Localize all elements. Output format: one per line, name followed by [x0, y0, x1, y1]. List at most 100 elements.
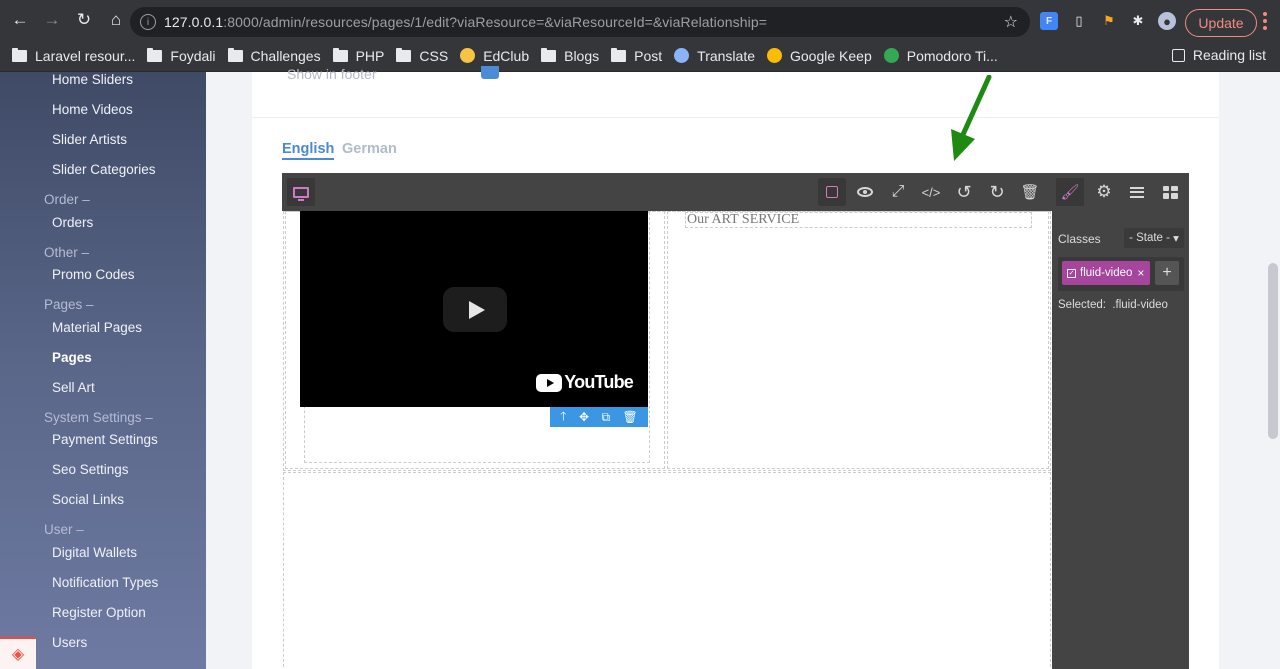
bookmark-item[interactable]: Post: [611, 47, 662, 64]
state-select[interactable]: - State - ▾: [1124, 228, 1184, 248]
page-scrollbar-thumb[interactable]: [1268, 263, 1278, 439]
profile-avatar[interactable]: ●: [1158, 12, 1176, 30]
sidebar-item[interactable]: Home Sliders: [52, 72, 133, 87]
translate-icon: [674, 48, 690, 63]
sidebar-group-header[interactable]: System Settings –: [44, 410, 153, 425]
sidebar-group-header[interactable]: User –: [44, 522, 84, 537]
select-parent-arrow-icon[interactable]: 🡑: [560, 407, 566, 428]
forward-icon[interactable]: →: [40, 8, 64, 32]
bookmark-item[interactable]: EdClub: [460, 48, 529, 64]
bookmark-item[interactable]: Blogs: [541, 47, 599, 64]
back-icon[interactable]: ←: [8, 8, 32, 32]
url-text[interactable]: 127.0.0.1:8000/admin/resources/pages/1/e…: [164, 14, 767, 30]
canvas-cell-right[interactable]: [667, 211, 1049, 469]
move-icon[interactable]: ✥: [579, 410, 589, 424]
play-button-icon[interactable]: [443, 287, 507, 332]
desktop-device-icon[interactable]: [287, 178, 315, 206]
phone-icon[interactable]: ▯: [1070, 12, 1088, 30]
delete-icon[interactable]: 🗑: [623, 410, 638, 424]
extension-flag-icon[interactable]: ⚑: [1100, 12, 1118, 30]
bookmark-label: Google Keep: [790, 47, 872, 64]
sidebar-item[interactable]: Payment Settings: [52, 432, 158, 447]
undo-icon[interactable]: ↺: [950, 178, 978, 206]
settings-gear-icon[interactable]: ⚙: [1090, 178, 1118, 206]
editor-canvas[interactable]: YouTube 🡑 ✥ ⧉ 🗑 Our ART SERVICE: [282, 211, 1052, 669]
sidebar-item[interactable]: Home Videos: [52, 102, 133, 117]
folder-icon: [332, 47, 348, 62]
home-icon[interactable]: ⌂: [104, 8, 128, 32]
class-tags: ✓ fluid-video × +: [1058, 257, 1184, 291]
sidebar-item[interactable]: Promo Codes: [52, 267, 135, 282]
bookmark-label: Laravel resour...: [35, 47, 136, 64]
sidebar-group-header[interactable]: Pages –: [44, 297, 94, 312]
remove-tag-icon[interactable]: ×: [1137, 266, 1144, 280]
bookmark-star-icon[interactable]: ☆: [1004, 12, 1018, 32]
browser-toolbar: ← → ↻ ⌂ i 127.0.0.1:8000/admin/resources…: [0, 0, 1280, 40]
reading-list-button[interactable]: Reading list: [1171, 47, 1266, 63]
bookmark-item[interactable]: Laravel resour...: [12, 47, 136, 64]
sidebar-item[interactable]: Orders: [52, 215, 93, 230]
bookmark-label: Challenges: [250, 47, 321, 64]
folder-icon: [12, 47, 27, 62]
bookmark-item[interactable]: CSS: [396, 47, 448, 64]
sidebar-item[interactable]: Notification Types: [52, 575, 158, 590]
update-button[interactable]: Update: [1185, 9, 1257, 37]
bookmark-label: PHP: [355, 47, 385, 64]
class-tag[interactable]: ✓ fluid-video ×: [1062, 261, 1150, 285]
sidebar-item[interactable]: Slider Categories: [52, 162, 156, 177]
bookmark-item[interactable]: Challenges: [227, 47, 321, 64]
clone-icon[interactable]: ⧉: [601, 410, 610, 425]
bookmark-item[interactable]: Google Keep: [767, 48, 872, 64]
bookmark-label: Translate: [697, 47, 755, 64]
preview-button[interactable]: [851, 178, 879, 206]
laravel-logo: ◈: [0, 637, 36, 669]
menu-kebab-icon[interactable]: [1262, 12, 1268, 30]
site-info-icon[interactable]: i: [140, 14, 156, 30]
extension-fj-icon[interactable]: F: [1040, 12, 1058, 30]
selected-info: Selected: .fluid-video: [1058, 299, 1168, 311]
folder-icon: [396, 47, 412, 62]
code-icon[interactable]: </>: [917, 178, 945, 206]
sidebar-item[interactable]: Slider Artists: [52, 132, 127, 147]
youtube-video[interactable]: YouTube: [300, 211, 648, 407]
style-manager-brush-icon[interactable]: 🖌: [1056, 178, 1084, 206]
sidebar-group-header[interactable]: Other –: [44, 245, 89, 260]
bookmark-item[interactable]: PHP: [332, 47, 385, 64]
sidebar-item[interactable]: Pages: [52, 350, 92, 365]
add-class-button[interactable]: +: [1155, 261, 1179, 285]
bookmark-item[interactable]: Translate: [674, 48, 755, 64]
redo-icon[interactable]: ↻: [983, 178, 1011, 206]
text-block[interactable]: Our ART SERVICE: [685, 212, 1032, 228]
tab-english[interactable]: English: [282, 141, 335, 160]
sidebar-group-header[interactable]: Order –: [44, 192, 90, 207]
main-content: Show in footer English German ⤢ </> ↺ ↻ …: [206, 66, 1268, 669]
address-bar[interactable]: i 127.0.0.1:8000/admin/resources/pages/1…: [130, 7, 1030, 37]
trash-icon[interactable]: 🗑: [1016, 178, 1044, 206]
component-toolbar: 🡑 ✥ ⧉ 🗑: [550, 407, 648, 427]
extensions-puzzle-icon[interactable]: ✱: [1129, 12, 1147, 30]
sidebar-item[interactable]: Users: [52, 635, 87, 650]
sidebar-item[interactable]: Social Links: [52, 492, 124, 507]
eye-icon: [857, 187, 873, 197]
tag-checkbox-icon[interactable]: ✓: [1067, 268, 1076, 278]
sidebar-item[interactable]: Material Pages: [52, 320, 142, 335]
tab-german[interactable]: German: [342, 141, 397, 157]
sidebar-item[interactable]: Sell Art: [52, 380, 95, 395]
bookmark-label: Pomodoro Ti...: [906, 47, 998, 64]
bookmark-label: EdClub: [483, 47, 530, 64]
sidebar-item[interactable]: Register Option: [52, 605, 146, 620]
bookmark-item[interactable]: Foydali: [147, 47, 216, 64]
component-outline-button[interactable]: [818, 178, 846, 206]
blocks-button[interactable]: [1156, 178, 1184, 206]
pomodoro-icon: [883, 48, 899, 63]
reload-icon[interactable]: ↻: [72, 8, 96, 32]
layer-manager-button[interactable]: [1123, 178, 1151, 206]
folder-icon: [227, 47, 243, 62]
sidebar-item[interactable]: Seo Settings: [52, 462, 129, 477]
canvas-row-2[interactable]: [283, 472, 1051, 669]
fullscreen-icon[interactable]: ⤢: [884, 178, 912, 206]
sidebar-item[interactable]: Digital Wallets: [52, 545, 137, 560]
class-tag-label: fluid-video: [1080, 267, 1133, 279]
show-in-footer-checkbox[interactable]: [481, 66, 499, 79]
bookmark-item[interactable]: Pomodoro Ti...: [883, 47, 998, 64]
